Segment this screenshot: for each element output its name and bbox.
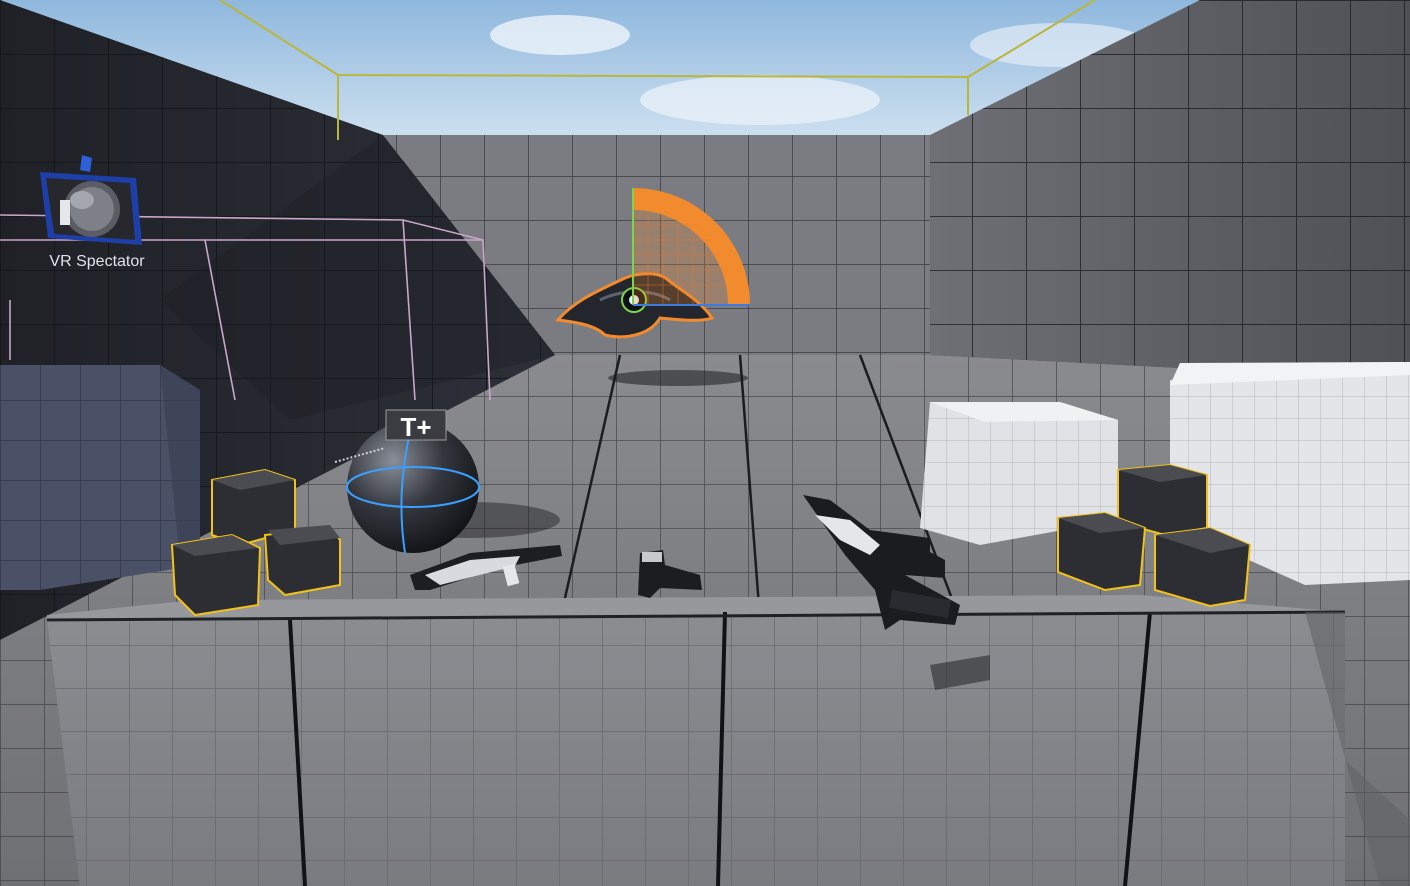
text-render-glyph: T+ (400, 412, 431, 442)
spectator-label: VR Spectator (49, 253, 145, 270)
left-blue-cube[interactable] (0, 365, 200, 590)
level-viewport[interactable]: T+ VR Spectator (0, 0, 1410, 886)
table[interactable] (46, 595, 1410, 886)
